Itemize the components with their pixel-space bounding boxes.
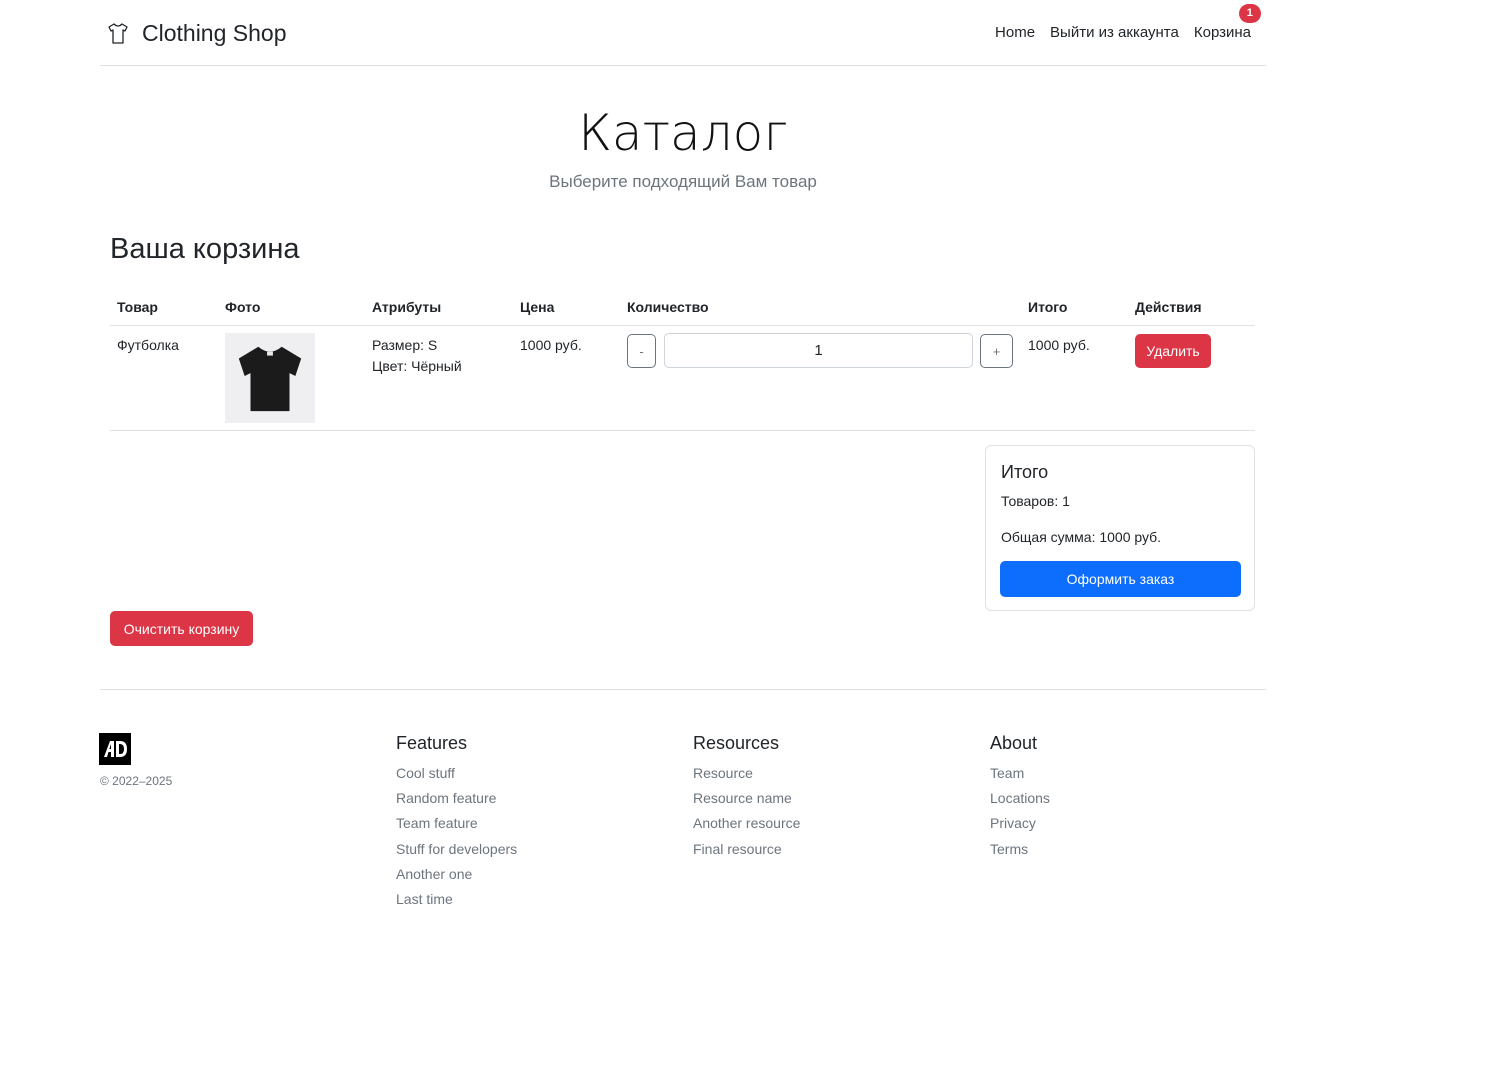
nav-cart[interactable]: Корзина 1 bbox=[1193, 4, 1261, 41]
footer-link[interactable]: Team feature bbox=[396, 814, 517, 839]
clear-cart-button[interactable]: Очистить корзину bbox=[110, 611, 253, 646]
footer-link[interactable]: Last time bbox=[396, 890, 517, 915]
company-logo bbox=[99, 733, 131, 765]
brand-link[interactable]: Clothing Shop bbox=[106, 20, 287, 47]
footer-link[interactable]: Resource bbox=[693, 764, 800, 789]
footer-column-about: About Team Locations Privacy Terms bbox=[990, 733, 1050, 865]
footer-link[interactable]: Resource name bbox=[693, 789, 800, 814]
cart-count-badge: 1 bbox=[1238, 4, 1261, 23]
attribute-size: Размер: S bbox=[372, 337, 438, 353]
increase-quantity-button[interactable]: + bbox=[980, 334, 1013, 368]
summary-total-sum: Общая сумма: 1000 руб. bbox=[1001, 529, 1162, 545]
footer-divider bbox=[100, 689, 1266, 690]
column-header-photo: Фото bbox=[225, 299, 261, 315]
cart-title: Ваша корзина bbox=[110, 233, 300, 265]
cart-table-header: Товар Фото Атрибуты Цена Количество Итог… bbox=[110, 290, 1255, 326]
footer-link[interactable]: Another resource bbox=[693, 814, 800, 839]
footer-column-resources: Resources Resource Resource name Another… bbox=[693, 733, 800, 865]
main-nav: Home Выйти из аккаунта Корзина 1 bbox=[995, 4, 1261, 41]
product-photo bbox=[225, 333, 315, 423]
column-header-product: Товар bbox=[117, 299, 158, 315]
page-title: Каталог bbox=[578, 104, 788, 162]
column-header-attributes: Атрибуты bbox=[372, 299, 442, 315]
summary-items-count: Товаров: 1 bbox=[1001, 493, 1070, 509]
column-header-price: Цена bbox=[520, 299, 555, 315]
nav-cart-label: Корзина bbox=[1193, 24, 1251, 41]
footer-link[interactable]: Privacy bbox=[990, 814, 1050, 839]
attribute-color: Цвет: Чёрный bbox=[372, 358, 462, 374]
product-name: Футболка bbox=[117, 337, 179, 353]
page-subtitle: Выберите подходящий Вам товар bbox=[549, 172, 817, 191]
footer-column-features: Features Cool stuff Random feature Team … bbox=[396, 733, 517, 915]
copyright-text: © 2022–2025 bbox=[100, 774, 173, 788]
nav-logout[interactable]: Выйти из аккаунта bbox=[1050, 24, 1179, 41]
quantity-input[interactable] bbox=[664, 333, 973, 368]
footer-link[interactable]: Stuff for developers bbox=[396, 840, 517, 865]
decrease-quantity-button[interactable]: - bbox=[627, 334, 656, 368]
footer-link[interactable]: Locations bbox=[990, 789, 1050, 814]
footer-link[interactable]: Another one bbox=[396, 865, 517, 890]
footer-column-title: Resources bbox=[693, 733, 780, 753]
delete-item-button[interactable]: Удалить bbox=[1135, 334, 1211, 368]
cart-table: Товар Фото Атрибуты Цена Количество Итог… bbox=[110, 290, 1255, 431]
order-summary-card: Итого Товаров: 1 Общая сумма: 1000 руб. … bbox=[985, 445, 1255, 611]
footer-link[interactable]: Final resource bbox=[693, 840, 800, 865]
brand-name: Clothing Shop bbox=[142, 20, 287, 46]
summary-title: Итого bbox=[1001, 462, 1049, 482]
column-header-quantity: Количество bbox=[627, 299, 709, 315]
nav-home[interactable]: Home bbox=[995, 24, 1035, 41]
footer-column-title: About bbox=[990, 733, 1038, 753]
column-header-total: Итого bbox=[1028, 299, 1068, 315]
checkout-button[interactable]: Оформить заказ bbox=[1000, 561, 1241, 597]
product-price: 1000 руб. bbox=[520, 337, 582, 353]
site-header: Clothing Shop Home Выйти из аккаунта Кор… bbox=[100, 0, 1266, 66]
row-total: 1000 руб. bbox=[1028, 337, 1090, 353]
footer-link[interactable]: Terms bbox=[990, 840, 1050, 865]
tshirt-icon bbox=[108, 22, 128, 44]
table-row: Футболка Размер: S Цвет: Чёрный 1000 руб… bbox=[110, 326, 1255, 431]
footer-link[interactable]: Random feature bbox=[396, 789, 517, 814]
footer-column-title: Features bbox=[396, 733, 468, 753]
tshirt-image bbox=[238, 346, 302, 412]
column-header-actions: Действия bbox=[1135, 299, 1202, 315]
footer-link[interactable]: Cool stuff bbox=[396, 764, 517, 789]
footer-link[interactable]: Team bbox=[990, 764, 1050, 789]
